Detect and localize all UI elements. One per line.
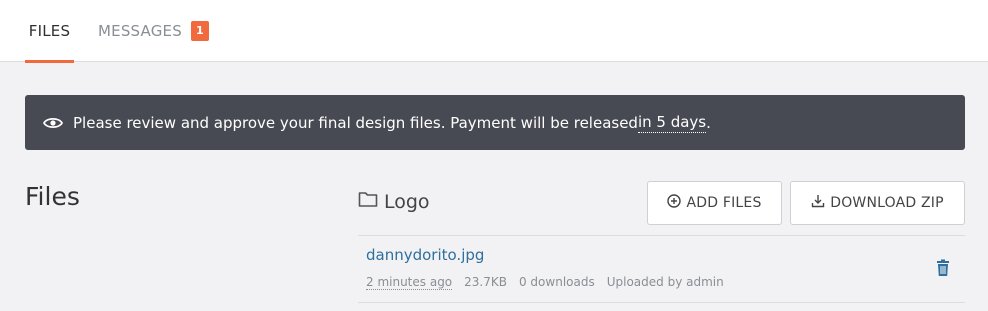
trash-icon [935,259,951,281]
tab-files[interactable]: FILES [25,0,74,63]
folder-icon [358,190,378,213]
notice-suffix: . [706,113,711,132]
tab-messages[interactable]: MESSAGES 1 [98,0,209,62]
file-meta: 2 minutes ago 23.7KB 0 downloads Uploade… [366,275,724,290]
add-files-button[interactable]: ADD FILES [647,181,782,225]
eye-icon [43,116,63,130]
download-icon [811,194,825,212]
file-upload-time: 2 minutes ago [366,275,453,290]
file-list-divider-bottom [358,302,965,303]
review-notice-banner: Please review and approve your final des… [25,95,965,150]
tab-bar: FILES MESSAGES 1 [0,0,988,63]
tab-files-label: FILES [28,22,71,40]
file-link[interactable]: dannydorito.jpg [366,246,484,264]
file-list-divider-top [358,235,965,236]
delete-file-button[interactable] [935,259,951,277]
folder-name: Logo [384,190,430,213]
notice-deadline: in 5 days [637,112,707,133]
download-zip-button[interactable]: DOWNLOAD ZIP [790,181,965,225]
messages-count-badge: 1 [190,21,209,41]
add-files-label: ADD FILES [686,195,762,211]
file-download-count: 0 downloads [518,275,595,289]
folder-header: Logo [358,190,430,213]
page-title: Files [25,182,80,211]
file-size: 23.7KB [464,275,507,289]
notice-text: Please review and approve your final des… [73,113,638,132]
file-uploader: Uploaded by admin [606,275,724,289]
plus-circle-icon [667,194,682,212]
download-zip-label: DOWNLOAD ZIP [830,195,944,211]
tab-messages-label: MESSAGES [98,22,182,40]
